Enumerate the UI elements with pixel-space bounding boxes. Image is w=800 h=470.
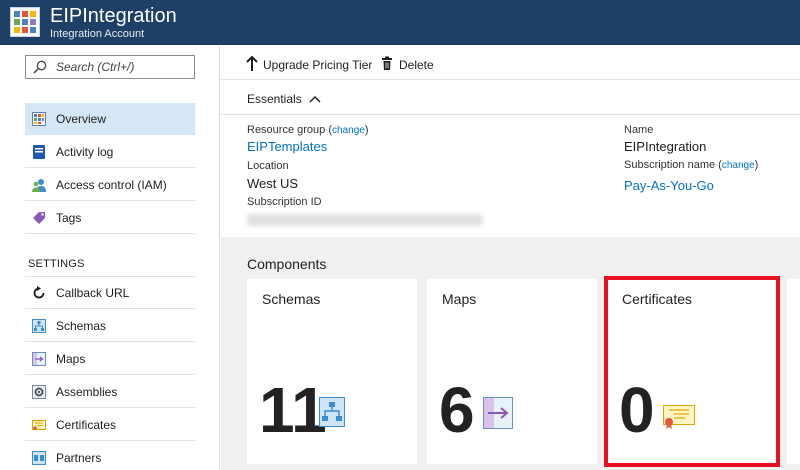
tile-title: Certificates [622,291,693,307]
sidebar-item-label: Tags [56,211,82,225]
subscription-name-label: Subscription name (change) [624,159,759,171]
sidebar-item-label: Maps [56,352,86,366]
essentials-divider [221,114,800,115]
sidebar-item-label: Access control (IAM) [56,178,167,192]
access-control-icon [32,179,46,192]
sidebar-item-label: Callback URL [56,286,130,300]
sidebar-item-access-control[interactable]: Access control (IAM) [25,169,195,201]
toolbar-divider [221,79,800,80]
sidebar-item-assemblies[interactable]: Assemblies [25,376,195,408]
app-title: EIPIntegration [50,5,177,27]
resource-group-change-link[interactable]: change [332,125,365,136]
app-subtitle: Integration Account [50,28,145,40]
sidebar-item-callback-url[interactable]: Callback URL [25,277,195,309]
certificate-icon [663,405,695,429]
location-value: West US [247,176,299,191]
sidebar: Overview Activity log Access control (IA… [0,46,220,470]
sidebar-item-schemas[interactable]: Schemas [25,310,195,342]
main-content: Upgrade Pricing Tier Delete Essentials R… [221,46,800,470]
sidebar-item-label: Activity log [56,145,114,159]
resource-group-label: Resource group (change) [247,124,369,136]
sidebar-item-partners[interactable]: Partners [25,442,195,470]
sidebar-item-label: Partners [56,451,102,465]
partial-tile[interactable] [787,279,800,464]
settings-section-label: SETTINGS [28,258,85,270]
certificate-icon [32,420,46,430]
tile-title: Schemas [262,291,321,307]
maps-tile[interactable]: Maps 6 [427,279,597,464]
map-icon [32,352,46,366]
schema-icon [32,319,46,333]
resource-group-link[interactable]: EIPTemplates [247,139,327,154]
sidebar-item-activity-log[interactable]: Activity log [25,136,195,168]
chevron-up-icon [309,96,321,103]
location-label: Location [247,160,289,172]
schema-icon [319,397,345,427]
sidebar-search[interactable] [25,55,195,79]
components-title: Components [247,256,327,272]
app-header: EIPIntegration Integration Account [0,0,800,45]
certificates-tile[interactable]: Certificates 0 [604,276,780,467]
refresh-icon [33,286,45,299]
search-input[interactable] [56,57,192,77]
partner-icon [32,451,46,465]
subscription-change-link[interactable]: change [722,160,755,171]
overview-icon [32,112,46,126]
integration-account-icon [10,7,40,37]
tag-icon [33,212,45,224]
tile-count: 0 [619,374,655,446]
sidebar-item-tags[interactable]: Tags [25,202,195,234]
tile-title: Maps [442,291,477,307]
sidebar-item-label: Schemas [56,319,107,333]
assembly-icon [32,385,46,399]
sidebar-item-label: Certificates [56,418,117,432]
sidebar-item-label: Overview [56,112,107,126]
components-section: Components Schemas 11 Maps 6 Certificate… [221,237,800,470]
sidebar-item-certificates[interactable]: Certificates [25,409,195,441]
sidebar-item-label: Assemblies [56,385,118,399]
essentials-toggle[interactable]: Essentials [247,92,321,106]
arrow-up-icon [246,56,258,71]
trash-icon [382,56,392,70]
search-icon [33,60,47,74]
activity-log-icon [33,145,45,159]
command-bar: Upgrade Pricing Tier Delete [221,46,800,82]
subscription-id-label: Subscription ID [247,196,322,208]
name-label: Name [624,124,654,136]
sidebar-item-overview[interactable]: Overview [25,103,195,135]
subscription-id-value-redacted [247,214,483,226]
tile-count: 6 [439,374,475,446]
name-value: EIPIntegration [624,139,707,154]
tile-count: 11 [259,374,327,446]
map-icon [483,397,513,429]
subscription-name-link[interactable]: Pay-As-You-Go [624,178,714,193]
schemas-tile[interactable]: Schemas 11 [247,279,417,464]
sidebar-item-maps[interactable]: Maps [25,343,195,375]
